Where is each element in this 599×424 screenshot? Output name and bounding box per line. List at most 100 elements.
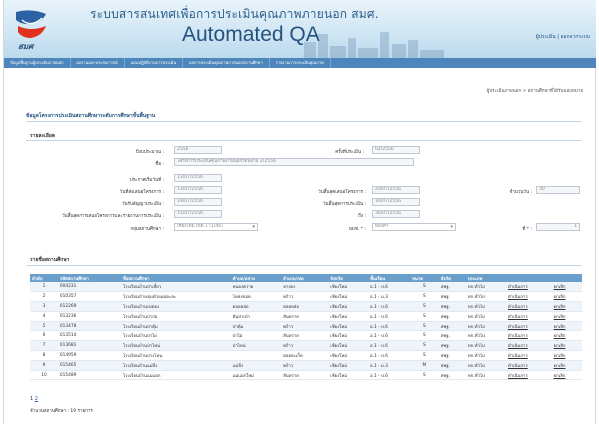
process-link[interactable]: ดำเนินการ <box>505 360 552 371</box>
table-cell: S <box>409 301 439 312</box>
process-link[interactable]: ดำเนินการ <box>505 330 552 342</box>
process-link[interactable]: ดำเนินการ <box>505 282 552 293</box>
table-cell: อ.1 - ป.6 <box>368 340 410 352</box>
contract-end-label: วันสิ้นสุดการประเมิน : <box>323 202 366 207</box>
nav-item-experience[interactable]: ผลงานและประสบการณ์ <box>71 58 125 68</box>
table-cell: 013478 <box>57 321 121 332</box>
table-cell: S <box>409 321 439 332</box>
header-banner: สมศ ระบบสารสนเทศเพื่อการประเมินคุณภาพภาย… <box>4 0 596 58</box>
table-cell: สพฐ. <box>438 321 466 332</box>
table-cell: โรงเรียนบ้านป่าเสี้ยว <box>120 282 231 293</box>
table-cell: 015465 <box>57 360 121 371</box>
table-cell: ดอยหล่อ <box>281 301 329 312</box>
table-cell: โรงเรียนบ้านปางโทน <box>120 350 231 361</box>
process-link[interactable]: ดำเนินการ <box>505 321 552 332</box>
submit-field[interactable]: 13/07/2556 <box>174 186 222 194</box>
group-select[interactable]: เชียงใหม่ เขต 1 (1/46) <box>174 223 258 231</box>
table-cell: 8 <box>30 350 58 361</box>
schools-table-body: 1 004231 โรงเรียนบ้านป่าเสี้ยว หนองควาย หางด… <box>30 282 582 381</box>
nav-item-profile[interactable]: ข้อมูลพื้นฐานผู้ประเมินภายนอก <box>4 58 71 68</box>
cancel-link[interactable]: ยกเลิก <box>551 330 582 342</box>
col-header: ลำดับ <box>30 274 58 282</box>
table-cell: เชียงใหม่ <box>328 360 369 371</box>
table-cell: สันป่าเป๋า <box>230 311 282 322</box>
col-header: ประเภท <box>465 274 506 282</box>
nav-item-report[interactable]: รายงานการประเมินคุณภาพ <box>270 58 331 68</box>
table-row: 4 013236 โรงเรียนบ้านป่าก่อ สันป่าเป๋า สันทร… <box>30 311 582 322</box>
table-cell: โรงเรียนบ้านป่าไผ่ <box>120 330 231 342</box>
table-row: 7 013681 โรงเรียนบ้านป่าไหน่ ป่าไหน่ พร้าว เช… <box>30 340 582 352</box>
table-cell: ทก.ทั่วไป <box>465 301 506 312</box>
table-header-row: ลำดับ รหัสสถานศึกษา ชื่อสถานศึกษา ตำบล/แ… <box>30 274 582 282</box>
contract-end-field[interactable]: 16/07/2556 <box>372 198 420 206</box>
contract-label: วันรับสัญญาประเมิน : <box>121 202 164 207</box>
table-cell: S <box>409 291 439 303</box>
table-cell: 015489 <box>57 370 121 381</box>
table-cell: อ.1 - ม.3 <box>368 291 410 303</box>
skyline-decoration-icon <box>304 32 444 58</box>
nav-item-plan[interactable]: แผนปฏิบัติงานการประเมิน <box>125 58 184 68</box>
cancel-link[interactable]: ยกเลิก <box>551 291 582 303</box>
col-header <box>551 274 582 282</box>
process-link[interactable]: ดำเนินการ <box>505 350 552 361</box>
table-row: 9 015465 โรงเรียนบ้านแม่ปั๋ง แม่ปั๋ง พร้าว เช… <box>30 360 582 371</box>
user-menu[interactable]: ผู้ประเมิน | ออกจากระบบ <box>536 33 590 41</box>
process-link[interactable]: ดำเนินการ <box>505 291 552 303</box>
team-select[interactable]: ทองคำ <box>372 223 456 231</box>
approve-field[interactable]: 20/07/2556 <box>372 186 420 194</box>
col-header: ขนาด <box>409 274 439 282</box>
cancel-link[interactable]: ยกเลิก <box>551 360 582 371</box>
to-field[interactable]: 30/07/2556 <box>372 210 420 218</box>
table-cell: เชียงใหม่ <box>328 311 369 322</box>
table-cell: โหล่งขอด <box>230 291 282 303</box>
year-field[interactable]: 2556 <box>174 146 222 154</box>
table-cell: 004231 <box>57 282 121 293</box>
details-divider <box>26 140 582 141</box>
table-cell: S <box>409 350 439 361</box>
table-row: 8 014959 โรงเรียนบ้านปางโทน ดอยสะเก็ด เชียงใ… <box>30 350 582 361</box>
table-cell: ทก.ทั่วไป <box>465 350 506 361</box>
process-link[interactable]: ดำเนินการ <box>505 340 552 352</box>
count-field[interactable]: 30 <box>536 186 580 194</box>
table-cell: 1 <box>30 282 58 293</box>
round-field[interactable]: 02/2556 <box>372 146 420 154</box>
total-count: จำนวนสถานศึกษา : 19 รายการ <box>30 409 93 414</box>
table-cell: สพฐ. <box>438 311 466 322</box>
table-cell: เชียงใหม่ <box>328 282 369 293</box>
cancel-link[interactable]: ยกเลิก <box>551 340 582 352</box>
cancel-link[interactable]: ยกเลิก <box>551 321 582 332</box>
table-cell: เชียงใหม่ <box>328 330 369 342</box>
title-divider <box>26 121 582 122</box>
logo-text: สมศ <box>18 42 34 51</box>
cancel-link[interactable]: ยกเลิก <box>551 350 582 361</box>
table-cell: 6 <box>30 330 58 342</box>
nav-item-results[interactable]: ผลการประเมินคุณภาพภายนอกสถานศึกษา <box>183 58 270 68</box>
process-link[interactable]: ดำเนินการ <box>505 370 552 381</box>
cancel-link[interactable]: ยกเลิก <box>551 311 582 322</box>
table-cell: โรงเรียนบ้านแม่ปั๋ง <box>120 360 231 371</box>
table-cell: 013514 <box>57 330 121 342</box>
approve-label: วันสิ้นสุดเสนอโครงการ : <box>318 190 366 195</box>
breadcrumb[interactable]: ผู้ประเมินภายนอก > สถานศึกษาที่ได้รับมอบ… <box>487 87 583 94</box>
table-row: 6 013514 โรงเรียนบ้านป่าไผ่ ป่าไผ่ สันทราย เช… <box>30 330 582 342</box>
start-field[interactable]: 13/07/2556 <box>174 174 222 182</box>
table-cell: สพฐ. <box>438 370 466 381</box>
cancel-link[interactable]: ยกเลิก <box>551 282 582 293</box>
table-cell: ทก.ทั่วไป <box>465 360 506 371</box>
table-cell: 10 <box>30 370 58 381</box>
table-cell: โรงเรียนบ้านป่าก่อ <box>120 311 231 322</box>
contract-field[interactable]: 19/07/2556 <box>174 198 222 206</box>
name-label: ชื่อ : <box>155 162 164 167</box>
count-label: จำนวนวัน : <box>509 190 532 195</box>
process-link[interactable]: ดำเนินการ <box>505 311 552 322</box>
table-cell: ดอยสะเก็ด <box>281 350 329 361</box>
name-field[interactable]: โครงการประเมินคุณภาพภายนอกรอบสาม 2/2556 <box>174 158 414 166</box>
page-link[interactable]: 2 <box>35 396 38 402</box>
report-field[interactable]: 15/07/2556 <box>174 210 222 218</box>
cancel-link[interactable]: ยกเลิก <box>551 370 582 381</box>
number-field[interactable]: 1 <box>536 223 580 231</box>
table-row: 2 010357 โรงเรียนบ้านขุนห้วยแม่ตะละ โหล่งขอ… <box>30 291 582 303</box>
col-header: ตำบล/แขวง <box>230 274 282 282</box>
process-link[interactable]: ดำเนินการ <box>505 301 552 312</box>
cancel-link[interactable]: ยกเลิก <box>551 301 582 312</box>
